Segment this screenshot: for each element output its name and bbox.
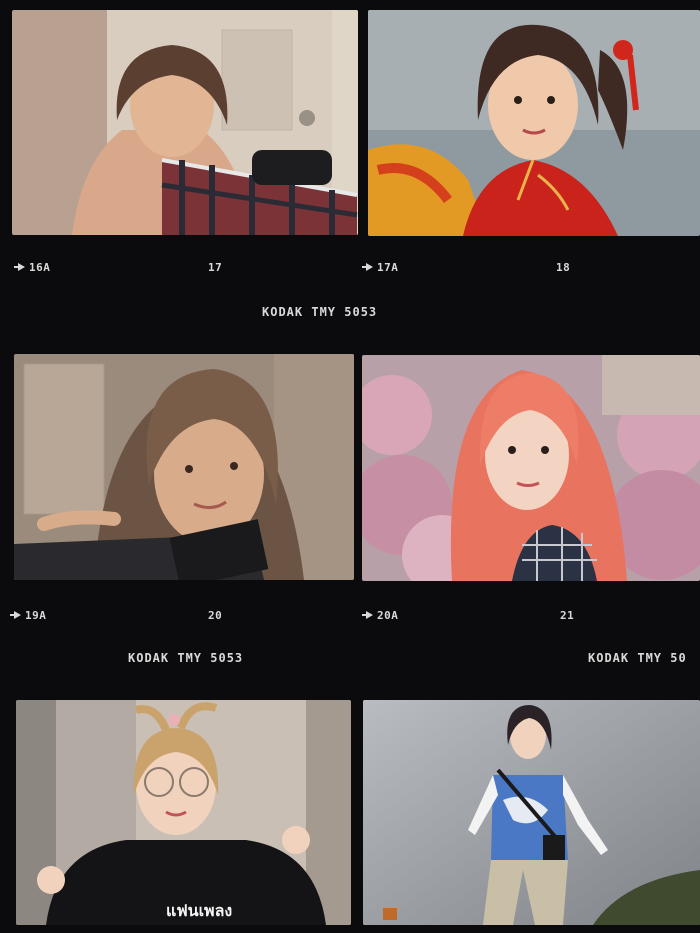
film-brand-label-cut: KODAK TMY 50 <box>588 651 687 665</box>
shirt-text: แฟนเพลง <box>166 901 232 920</box>
frame-number-17: 17 <box>208 261 223 274</box>
photo-blue-vest-image <box>363 700 700 925</box>
frame-label-19a: 19A <box>25 609 47 622</box>
photo-glasses-image: แฟนเพลง <box>16 700 351 925</box>
photo-frame-selfie-phone <box>14 354 354 580</box>
frame-arrow-icon <box>18 263 25 271</box>
photo-frame-plaid-shirt <box>12 10 358 235</box>
frame-number-20: 20 <box>208 609 223 622</box>
film-brand-label: KODAK TMY 5053 <box>262 305 378 319</box>
frame-arrow-icon <box>14 611 21 619</box>
frame-number-21: 21 <box>560 609 575 622</box>
frame-label-17a: 17A <box>377 261 399 274</box>
photo-frame-red-qipao <box>368 10 700 236</box>
frame-label-16a: 16A <box>29 261 51 274</box>
photo-selfie-phone-image <box>14 354 354 580</box>
frame-label-20a: 20A <box>377 609 399 622</box>
film-contact-sheet: 16A 17 17A 18 KODAK TMY 5053 19A 20 20A … <box>0 0 700 933</box>
film-brand-label: KODAK TMY 5053 <box>128 651 244 665</box>
photo-frame-blue-vest <box>363 700 700 925</box>
frame-arrow-icon <box>366 263 373 271</box>
photo-red-qipao-image <box>368 10 700 236</box>
photo-frame-glasses: แฟนเพลง <box>16 700 351 925</box>
photo-pink-hair-image <box>362 355 700 581</box>
photo-frame-pink-hair <box>362 355 700 581</box>
frame-number-18: 18 <box>556 261 571 274</box>
photo-plaid-shirt-image <box>12 10 358 235</box>
frame-arrow-icon <box>366 611 373 619</box>
